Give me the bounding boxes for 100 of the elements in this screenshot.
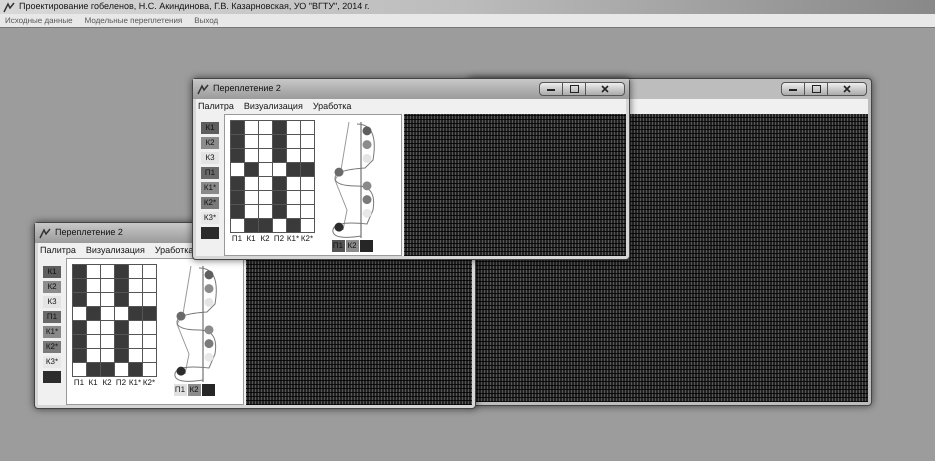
grid-cell[interactable] — [301, 121, 314, 134]
grid-cell[interactable] — [115, 321, 128, 334]
grid-cell[interactable] — [287, 191, 300, 204]
grid-cell[interactable] — [87, 307, 100, 320]
grid-cell[interactable] — [287, 177, 300, 190]
grid-cell[interactable] — [87, 349, 100, 362]
palette-swatch[interactable]: К2* — [43, 341, 61, 353]
grid-cell[interactable] — [273, 135, 286, 148]
palette-swatch[interactable]: К1* — [43, 326, 61, 338]
grid-cell[interactable] — [143, 265, 156, 278]
grid-cell[interactable] — [143, 363, 156, 376]
menu-item[interactable]: Уработка — [154, 244, 194, 258]
grid-cell[interactable] — [245, 205, 258, 218]
grid-cell[interactable] — [129, 265, 142, 278]
grid-cell[interactable] — [245, 149, 258, 162]
grid-cell[interactable] — [73, 321, 86, 334]
grid-cell[interactable] — [245, 219, 258, 232]
grid-cell[interactable] — [73, 363, 86, 376]
grid-cell[interactable] — [129, 363, 142, 376]
grid-cell[interactable] — [245, 135, 258, 148]
grid-cell[interactable] — [143, 293, 156, 306]
color-swatch[interactable] — [360, 240, 372, 252]
palette-swatch[interactable]: П1 — [43, 311, 61, 323]
grid-cell[interactable] — [287, 163, 300, 176]
grid-cell[interactable] — [231, 205, 244, 218]
grid-cell[interactable] — [143, 349, 156, 362]
grid-cell[interactable] — [73, 307, 86, 320]
grid-cell[interactable] — [273, 149, 286, 162]
grid-cell[interactable] — [301, 163, 314, 176]
grid-cell[interactable] — [273, 177, 286, 190]
grid-cell[interactable] — [287, 205, 300, 218]
grid-cell[interactable] — [245, 121, 258, 134]
menu-item[interactable]: Исходные данные — [5, 14, 73, 26]
minimize-button[interactable] — [781, 82, 805, 96]
color-swatch[interactable] — [202, 384, 214, 396]
grid-cell[interactable] — [273, 163, 286, 176]
grid-cell[interactable] — [73, 279, 86, 292]
grid-cell[interactable] — [273, 219, 286, 232]
grid-cell[interactable] — [101, 293, 114, 306]
grid-cell[interactable] — [73, 349, 86, 362]
palette-swatch[interactable]: К2 — [201, 137, 219, 149]
menu-item[interactable]: Уработка — [312, 100, 352, 114]
grid-cell[interactable] — [143, 279, 156, 292]
menu-item[interactable]: Выход — [194, 14, 218, 26]
grid-cell[interactable] — [87, 265, 100, 278]
grid-cell[interactable] — [87, 335, 100, 348]
grid-cell[interactable] — [231, 163, 244, 176]
minimize-button[interactable] — [539, 82, 563, 96]
palette-swatch[interactable]: К2 — [43, 281, 61, 293]
grid-cell[interactable] — [87, 293, 100, 306]
grid-cell[interactable] — [129, 293, 142, 306]
grid-cell[interactable] — [101, 265, 114, 278]
grid-cell[interactable] — [287, 121, 300, 134]
menu-item[interactable]: Палитра — [40, 244, 76, 258]
grid-cell[interactable] — [129, 349, 142, 362]
grid-cell[interactable] — [259, 149, 272, 162]
grid-cell[interactable] — [115, 293, 128, 306]
grid-cell[interactable] — [231, 121, 244, 134]
grid-cell[interactable] — [231, 149, 244, 162]
grid-cell[interactable] — [73, 293, 86, 306]
maximize-button[interactable] — [805, 82, 827, 96]
grid-cell[interactable] — [259, 191, 272, 204]
grid-cell[interactable] — [115, 335, 128, 348]
grid-cell[interactable] — [115, 265, 128, 278]
grid-cell[interactable] — [231, 177, 244, 190]
grid-cell[interactable] — [245, 191, 258, 204]
grid-cell[interactable] — [73, 265, 86, 278]
grid-cell[interactable] — [259, 163, 272, 176]
grid-cell[interactable] — [129, 307, 142, 320]
palette-swatch[interactable]: К3 — [201, 152, 219, 164]
grid-cell[interactable] — [273, 205, 286, 218]
grid-cell[interactable] — [101, 349, 114, 362]
grid-cell[interactable] — [259, 219, 272, 232]
grid-cell[interactable] — [101, 363, 114, 376]
grid-cell[interactable] — [231, 135, 244, 148]
grid-cell[interactable] — [101, 279, 114, 292]
palette-swatch[interactable] — [201, 227, 219, 239]
close-button[interactable] — [827, 82, 867, 96]
menu-item[interactable]: Визуализация — [86, 244, 145, 258]
grid-cell[interactable] — [259, 205, 272, 218]
grid-cell[interactable] — [301, 135, 314, 148]
grid-cell[interactable] — [129, 321, 142, 334]
grid-cell[interactable] — [231, 219, 244, 232]
menu-item[interactable]: Визуализация — [244, 100, 303, 114]
grid-cell[interactable] — [143, 321, 156, 334]
grid-cell[interactable] — [287, 135, 300, 148]
color-swatch[interactable]: К2 — [346, 240, 358, 252]
grid-cell[interactable] — [87, 279, 100, 292]
grid-cell[interactable] — [273, 121, 286, 134]
grid-cell[interactable] — [115, 279, 128, 292]
palette-swatch[interactable]: К3* — [201, 212, 219, 224]
grid-cell[interactable] — [115, 307, 128, 320]
grid-cell[interactable] — [259, 177, 272, 190]
grid-cell[interactable] — [129, 279, 142, 292]
palette-swatch[interactable]: К3 — [43, 296, 61, 308]
menu-item[interactable]: Палитра — [198, 100, 234, 114]
palette-swatch[interactable]: К2* — [201, 197, 219, 209]
color-swatch[interactable]: П1 — [174, 384, 186, 396]
grid-cell[interactable] — [73, 335, 86, 348]
grid-cell[interactable] — [143, 335, 156, 348]
